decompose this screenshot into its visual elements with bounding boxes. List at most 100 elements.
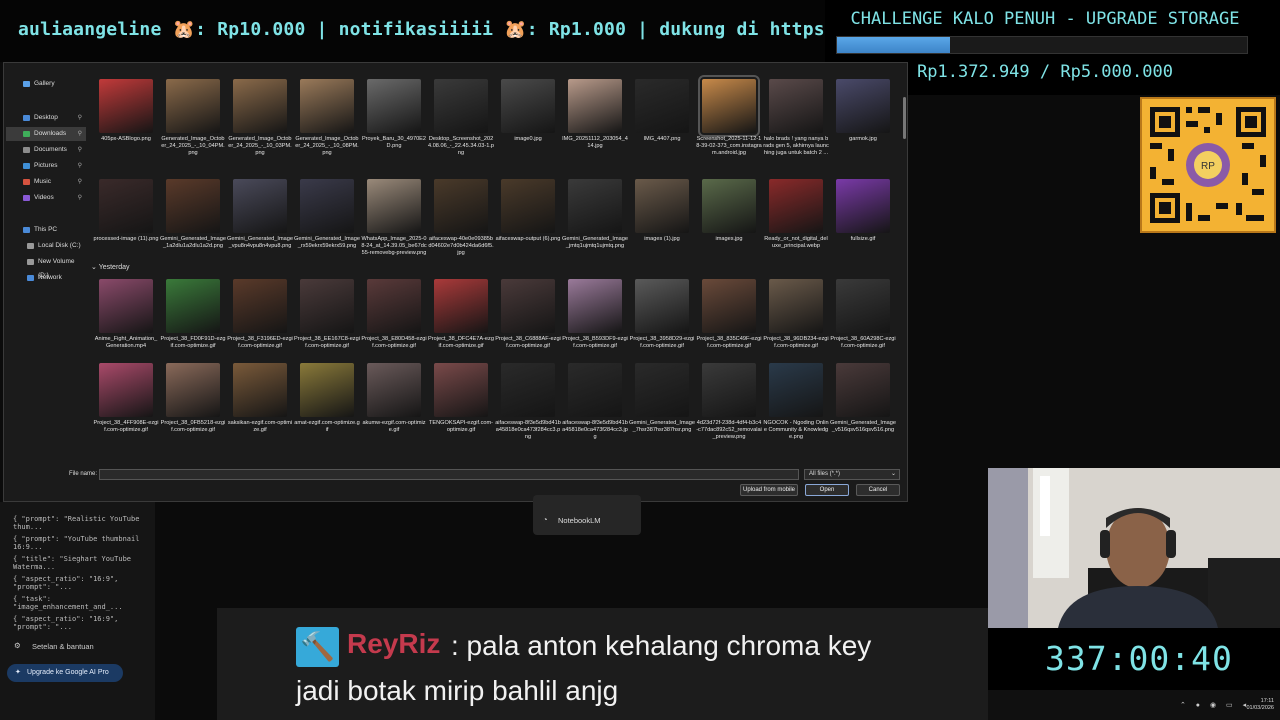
ticker-text: auliaangeline 🐹: Rp10.000 | notifikasiii…	[18, 19, 825, 40]
pictures-icon	[23, 163, 30, 169]
settings-help-item[interactable]: ⚙ Setelan & bantuan	[14, 641, 94, 651]
pin-icon: ⚲	[77, 179, 82, 185]
nav-item-gallery[interactable]: Gallery	[6, 77, 86, 91]
music-icon	[23, 179, 30, 185]
file-name: Desktop_Screenshot_2024.08.06_-_22.45.34…	[428, 136, 494, 156]
open-button[interactable]: Open	[805, 484, 849, 496]
file-thumbnail	[836, 179, 890, 233]
file-name: WhatsApp_Image_2025-08-24_at_14.39.05_be…	[361, 236, 427, 256]
file-thumbnail	[367, 363, 421, 417]
nav-item-label: This PC	[34, 226, 58, 233]
nav-item-downloads[interactable]: Downloads ⚲	[6, 127, 86, 141]
clock-time: 17:11	[1260, 698, 1274, 704]
file-name: IMG_20251112_203054_414.jpg	[562, 136, 628, 149]
nav-item-label: Desktop	[34, 114, 58, 121]
file-name: Project_38_60A298C-ezgif.com-optimize.gi…	[830, 336, 896, 349]
file-thumbnail	[99, 279, 153, 333]
file-thumbnail	[702, 279, 756, 333]
nav-pane: Gallery Desktop ⚲ Downloads ⚲ Documents ⚲ Pictu…	[4, 71, 88, 466]
file-thumbnail	[702, 363, 756, 417]
file-name: Project_38_0FB5218-ezgif.com-optimize.gi…	[160, 420, 226, 433]
file-name: Project_38_DFC4E7A-ezgif.com-optimize.gi…	[428, 336, 494, 349]
pin-icon: ⚲	[77, 195, 82, 201]
challenge-title: CHALLENGE KALO PENUH - UPGRADE STORAGE	[850, 9, 1240, 29]
nav-item-network[interactable]: Network	[6, 271, 86, 285]
nav-item-label: Music	[34, 178, 51, 185]
file-thumbnail	[769, 363, 823, 417]
file-thumbnail	[233, 363, 287, 417]
file-thumbnail	[99, 79, 153, 133]
gallery-icon	[23, 81, 30, 87]
system-tray-icons[interactable]: ⌃ ● ◉ ▭ ◂	[1180, 701, 1250, 709]
nav-item-this-pc[interactable]: This PC	[6, 223, 86, 237]
file-name: Project_38_4FF908E-ezgif.com-optimize.gi…	[93, 420, 159, 433]
file-name: garmok.jpg	[849, 136, 877, 142]
videos-icon	[23, 195, 30, 201]
file-thumbnail	[568, 179, 622, 233]
file-thumbnail	[367, 279, 421, 333]
gear-icon: ⚙	[14, 641, 21, 650]
prompt-history-item[interactable]: { "prompt": "YouTube thumbnail 16:9...	[13, 535, 155, 551]
file-thumbnail	[166, 79, 220, 133]
nav-item-pictures[interactable]: Pictures ⚲	[6, 159, 86, 173]
file-open-dialog: Gallery Desktop ⚲ Downloads ⚲ Documents ⚲ Pictu…	[3, 62, 908, 502]
file-name: Project_38_FD0F91D-ezgif.com-optimize.gi…	[160, 336, 226, 349]
documents-icon	[23, 147, 30, 153]
cancel-button[interactable]: Cancel	[856, 484, 900, 496]
file-name: IMG_4407.png	[643, 136, 681, 142]
chevron-down-icon: ⌄	[890, 471, 896, 477]
nav-item-label: Pictures	[34, 162, 58, 169]
file-name: Gemini_Generated_Image_jmtq1ujmtq1ujmtq.…	[562, 236, 628, 249]
group-header-yesterday[interactable]: ⌄ Yesterday	[91, 263, 130, 271]
file-name: images (1).jpg	[644, 236, 680, 242]
pin-icon: ⚲	[77, 115, 82, 121]
prompt-history-item[interactable]: { "aspect_ratio": "16:9", "prompt": "...	[13, 575, 155, 591]
settings-help-label: Setelan & bantuan	[32, 642, 94, 651]
timer-value: 337:00:40	[1045, 639, 1233, 678]
nav-item-label: Network	[38, 274, 62, 281]
pin-icon: ⚲	[77, 131, 82, 137]
prompt-history-item[interactable]: { "aspect_ratio": "16:9", "prompt": "...	[13, 615, 155, 631]
downloads-icon	[23, 131, 30, 137]
nav-item-music[interactable]: Music ⚲	[6, 175, 86, 189]
nav-item-videos[interactable]: Videos ⚲	[6, 191, 86, 205]
taskbar-clock[interactable]: 17:11 01/03/2026	[1246, 698, 1274, 712]
file-thumbnail	[367, 179, 421, 233]
file-name-field[interactable]	[99, 469, 799, 480]
file-thumbnail	[769, 279, 823, 333]
chat-message-line2: jadi botak mirip bahlil anjg	[296, 675, 619, 706]
file-name: saksikan-ezgif.com-optimize.gif	[227, 420, 293, 433]
file-name: Generated_Image_October_24_2025_-_10_04P…	[161, 136, 225, 156]
nav-item-documents[interactable]: Documents ⚲	[6, 143, 86, 157]
webcam-feed	[988, 468, 1280, 628]
taskbar: ⌃ ● ◉ ▭ ◂ 17:11 01/03/2026	[988, 690, 1280, 720]
file-name: Project_38_96DB234-ezgif.com-optimize.gi…	[763, 336, 829, 349]
prompt-history-item[interactable]: { "prompt": "Realistic YouTube thum...	[13, 515, 155, 531]
donation-ticker: auliaangeline 🐹: Rp10.000 | notifikasiii…	[0, 0, 825, 62]
file-name: aifaceswap-40e0e09385bd04602e7d0b424da6d…	[428, 236, 494, 256]
file-thumbnail	[300, 79, 354, 133]
file-thumbnail	[568, 79, 622, 133]
prompt-history-item[interactable]: { "title": "Sieghart YouTube Waterma...	[13, 555, 155, 571]
upgrade-button[interactable]: ✦ Upgrade ke Google AI Pro	[7, 664, 123, 682]
nav-item-local-disk-c[interactable]: Local Disk (C:)	[6, 239, 86, 253]
vertical-scrollbar[interactable]	[903, 97, 906, 139]
file-name: fullsize.gif	[850, 236, 876, 242]
dialog-footer: File name: All files (*.*) ⌄ Upload from…	[4, 466, 907, 502]
svg-text:RP: RP	[1201, 161, 1215, 172]
file-thumbnail	[836, 79, 890, 133]
file-name: NGOCOK - Ngoding Online Community & Know…	[763, 420, 829, 440]
apps-popup: ◔ NotebookLM	[533, 495, 641, 535]
file-thumbnail	[300, 179, 354, 233]
file-name: Gemini_Generated_Image_1a2dlu1a2dlu1a2d.…	[160, 236, 226, 249]
upload-from-mobile-button[interactable]: Upload from mobile	[740, 484, 798, 496]
file-name: Project_38_E80D458-ezgif.com-optimize.gi…	[361, 336, 427, 349]
notebooklm-item[interactable]: ◔ NotebookLM	[543, 515, 601, 525]
nav-item-new-volume-d[interactable]: New Volume (D:)	[6, 255, 86, 279]
prompt-history-item[interactable]: { "task": "image_enhancement_and_...	[13, 595, 155, 611]
file-type-select[interactable]: All files (*.*) ⌄	[804, 469, 900, 480]
file-type-value: All files (*.*)	[809, 471, 841, 477]
nav-item-desktop[interactable]: Desktop ⚲	[6, 111, 86, 125]
notebooklm-icon: ◔	[543, 515, 548, 524]
file-thumbnail	[836, 363, 890, 417]
